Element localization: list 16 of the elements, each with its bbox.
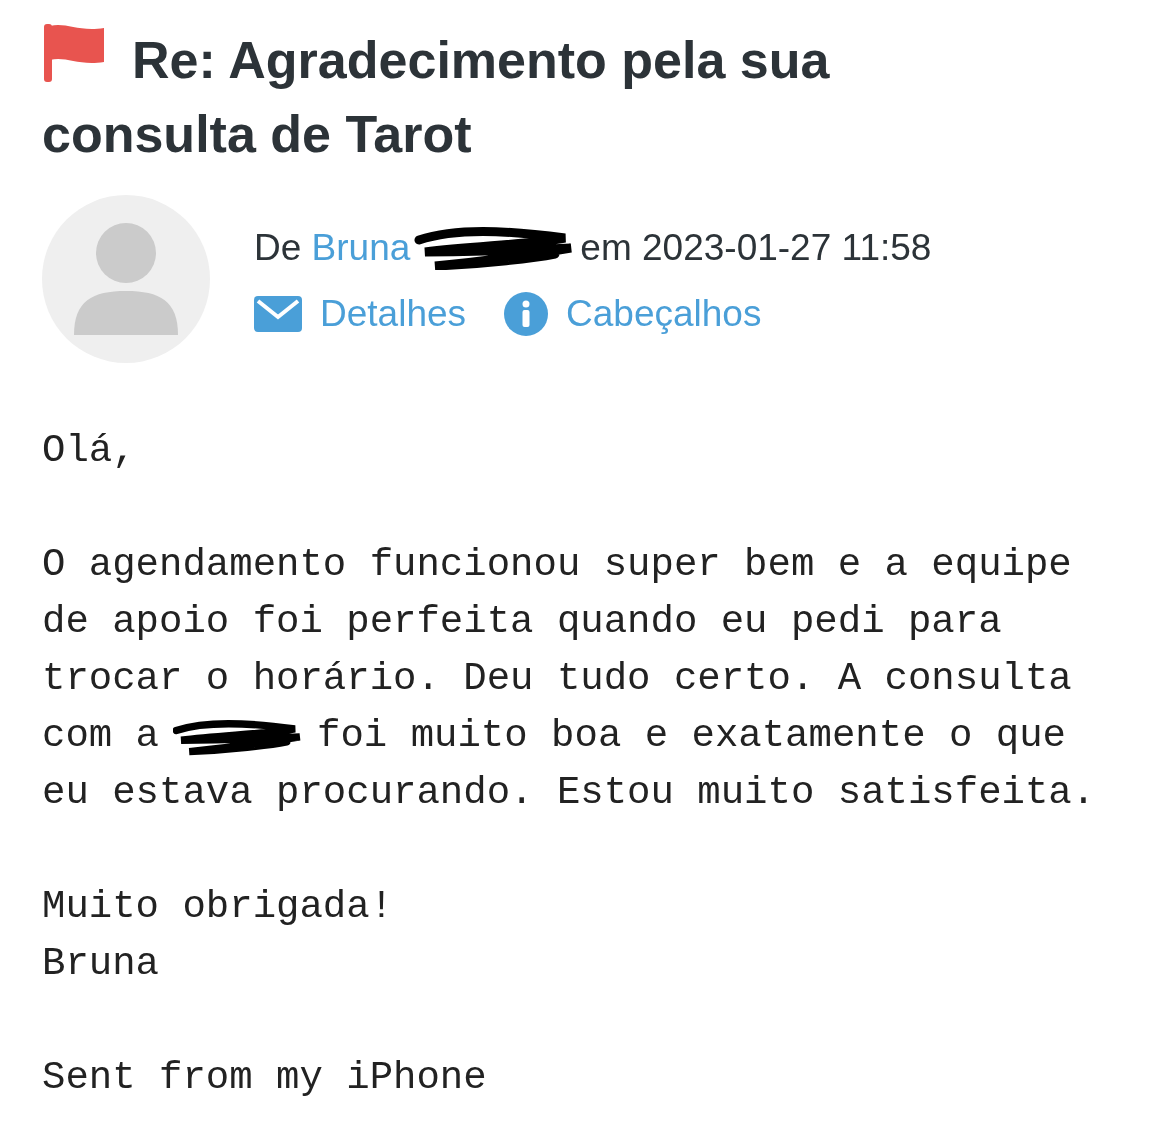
body-text-line: Bruna <box>42 941 160 988</box>
sent-date: em 2023-01-27 11:58 <box>580 227 932 269</box>
body-text-line: trocar o horário. Deu tudo certo. A consulta <box>42 656 1072 703</box>
body-text-line: foi muito boa e exatamente o que <box>317 713 1066 760</box>
body-text-line: Olá, <box>42 428 136 475</box>
from-label: De <box>254 227 303 269</box>
email-subject: Re: Agradecimento pela sua consulta de Tarot <box>42 22 962 171</box>
body-text-line: Sent from my iPhone <box>42 1055 487 1102</box>
body-text-line: eu estava procurando. Estou muito satisfeita. <box>42 770 1096 817</box>
header-link[interactable]: Cabeçalhos <box>504 292 762 336</box>
sender-link[interactable]: Bruna <box>311 227 411 269</box>
body-text-line: com a <box>42 713 160 760</box>
body-text-line: Muito obrigada! <box>42 884 394 931</box>
header-link[interactable]: Detalhes <box>254 293 467 335</box>
body-text-line: O agendamento funcionou super bem e a equipe <box>42 542 1072 589</box>
body-text-line: de apoio foi perfeita quando eu pedi para <box>42 599 1002 646</box>
